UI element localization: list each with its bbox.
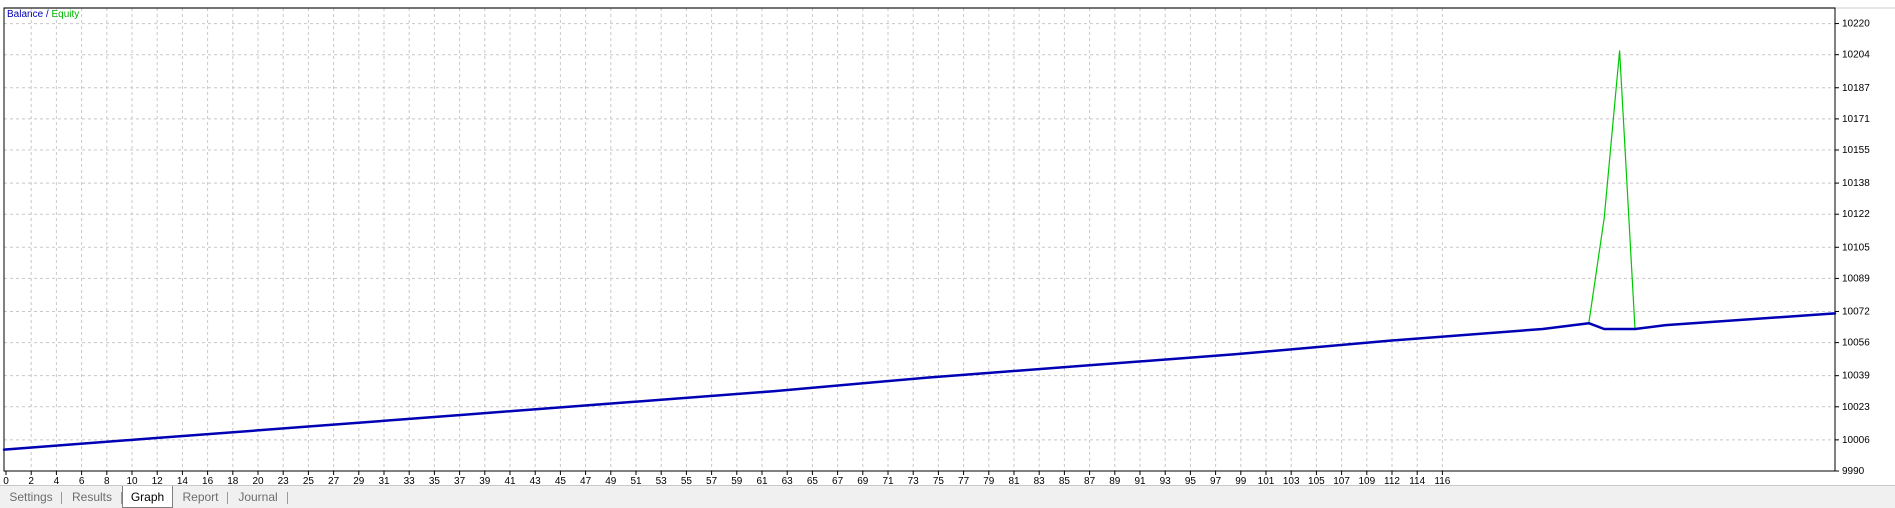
x-tick-label: 69 [857, 476, 869, 485]
x-tick-label: 4 [54, 476, 60, 485]
x-tick-label: 8 [104, 476, 110, 485]
y-tick-label: 10039 [1842, 371, 1870, 382]
x-tick-label: 2 [28, 476, 34, 485]
x-tick-label: 71 [882, 476, 894, 485]
x-tick-label: 85 [1059, 476, 1071, 485]
x-tick-label: 6 [79, 476, 85, 485]
y-tick-label: 10187 [1842, 83, 1870, 94]
tab-graph[interactable]: Graph [122, 486, 173, 508]
y-tick-label: 9990 [1842, 466, 1865, 477]
x-tick-label: 49 [605, 476, 617, 485]
x-tick-label: 83 [1034, 476, 1046, 485]
x-tick-label: 77 [958, 476, 970, 485]
x-tick-label: 107 [1333, 476, 1350, 485]
x-tick-label: 114 [1409, 476, 1425, 485]
chart-legend: Balance / Equity [7, 9, 79, 21]
x-tick-label: 0 [3, 476, 9, 485]
x-tick-label: 47 [580, 476, 592, 485]
y-tick-label: 10122 [1842, 209, 1870, 220]
y-tick-label: 10171 [1842, 114, 1870, 125]
legend-equity: Equity [51, 9, 80, 20]
legend-balance: Balance [7, 9, 44, 20]
x-tick-label: 75 [933, 476, 945, 485]
x-tick-label: 79 [983, 476, 995, 485]
x-tick-label: 45 [555, 476, 567, 485]
y-tick-label: 10056 [1842, 338, 1870, 349]
x-tick-label: 73 [908, 476, 920, 485]
x-tick-label: 41 [504, 476, 516, 485]
series-layer [2, 50, 1837, 451]
y-tick-label: 10204 [1842, 50, 1870, 61]
y-tick-label: 10105 [1842, 242, 1870, 253]
x-tick-label: 10 [126, 476, 138, 485]
x-tick-label: 31 [378, 476, 390, 485]
x-tick-label: 87 [1084, 476, 1096, 485]
tester-tab-bar: Settings Results Graph Report Journal [0, 485, 1895, 508]
plot-frame [3, 7, 1836, 472]
chart-canvas: 0 2 4 6 8 10 12 14 16 18 20 23 25 27 29 31 33 35 37 39 41 43 4… [2, 7, 1895, 485]
x-tick-label: 57 [706, 476, 718, 485]
x-tick-label: 43 [530, 476, 542, 485]
x-tick-label: 51 [630, 476, 642, 485]
x-tick-label: 23 [278, 476, 290, 485]
y-tick-label: 10089 [1842, 273, 1870, 284]
x-tick-label: 55 [681, 476, 693, 485]
x-tick-label: 25 [303, 476, 315, 485]
x-tick-label: 91 [1134, 476, 1146, 485]
x-tick-label: 53 [656, 476, 668, 485]
y-tick-label: 10138 [1842, 178, 1870, 189]
y-tick-label: 10023 [1842, 402, 1870, 413]
x-tick-label: 99 [1235, 476, 1247, 485]
x-tick-label: 18 [227, 476, 239, 485]
x-tick-label: 67 [832, 476, 844, 485]
y-tick-label: 10155 [1842, 145, 1870, 156]
x-tick-label: 39 [479, 476, 491, 485]
x-tick-label: 65 [807, 476, 819, 485]
x-tick-label: 27 [328, 476, 340, 485]
x-tick-label: 97 [1210, 476, 1222, 485]
y-tick-label: 10072 [1842, 306, 1870, 317]
x-tick-label: 33 [404, 476, 416, 485]
tab-results[interactable]: Results [62, 488, 122, 508]
x-tick-label: 93 [1160, 476, 1172, 485]
x-tick-label: 14 [177, 476, 189, 485]
x-tick-label: 37 [454, 476, 466, 485]
x-tick-label: 63 [782, 476, 794, 485]
x-tick-label: 61 [756, 476, 768, 485]
x-axis: 0 2 4 6 8 10 12 14 16 18 20 23 25 27 29 31 33 35 37 39 41 43 4… [3, 471, 1451, 485]
tab-report[interactable]: Report [173, 488, 228, 508]
x-tick-label: 81 [1008, 476, 1020, 485]
balance-equity-chart: 0 2 4 6 8 10 12 14 16 18 20 23 25 27 29 31 33 35 37 39 41 43 4… [0, 0, 1895, 485]
x-tick-label: 95 [1185, 476, 1197, 485]
grid-layer [4, 8, 1835, 471]
x-tick-label: 103 [1283, 476, 1300, 485]
tab-settings[interactable]: Settings [0, 488, 62, 508]
x-tick-label: 29 [353, 476, 365, 485]
x-tick-label: 35 [429, 476, 441, 485]
x-tick-label: 109 [1358, 476, 1375, 485]
tab-journal[interactable]: Journal [228, 488, 288, 508]
x-tick-label: 16 [202, 476, 214, 485]
y-tick-label: 10006 [1842, 435, 1870, 446]
balance-series-line [2, 312, 1837, 451]
equity-series-line [3, 50, 1836, 451]
x-tick-label: 59 [731, 476, 743, 485]
x-tick-label: 112 [1384, 476, 1400, 485]
y-axis: 9990 10006 10023 10039 10056 10072 10089 10105 1… [1835, 19, 1870, 477]
x-tick-label: 12 [152, 476, 164, 485]
x-tick-label: 101 [1258, 476, 1275, 485]
x-tick-label: 89 [1109, 476, 1121, 485]
x-tick-label: 116 [1434, 476, 1450, 485]
x-tick-label: 105 [1308, 476, 1325, 485]
x-tick-label: 20 [252, 476, 264, 485]
y-tick-label: 10220 [1842, 19, 1870, 30]
